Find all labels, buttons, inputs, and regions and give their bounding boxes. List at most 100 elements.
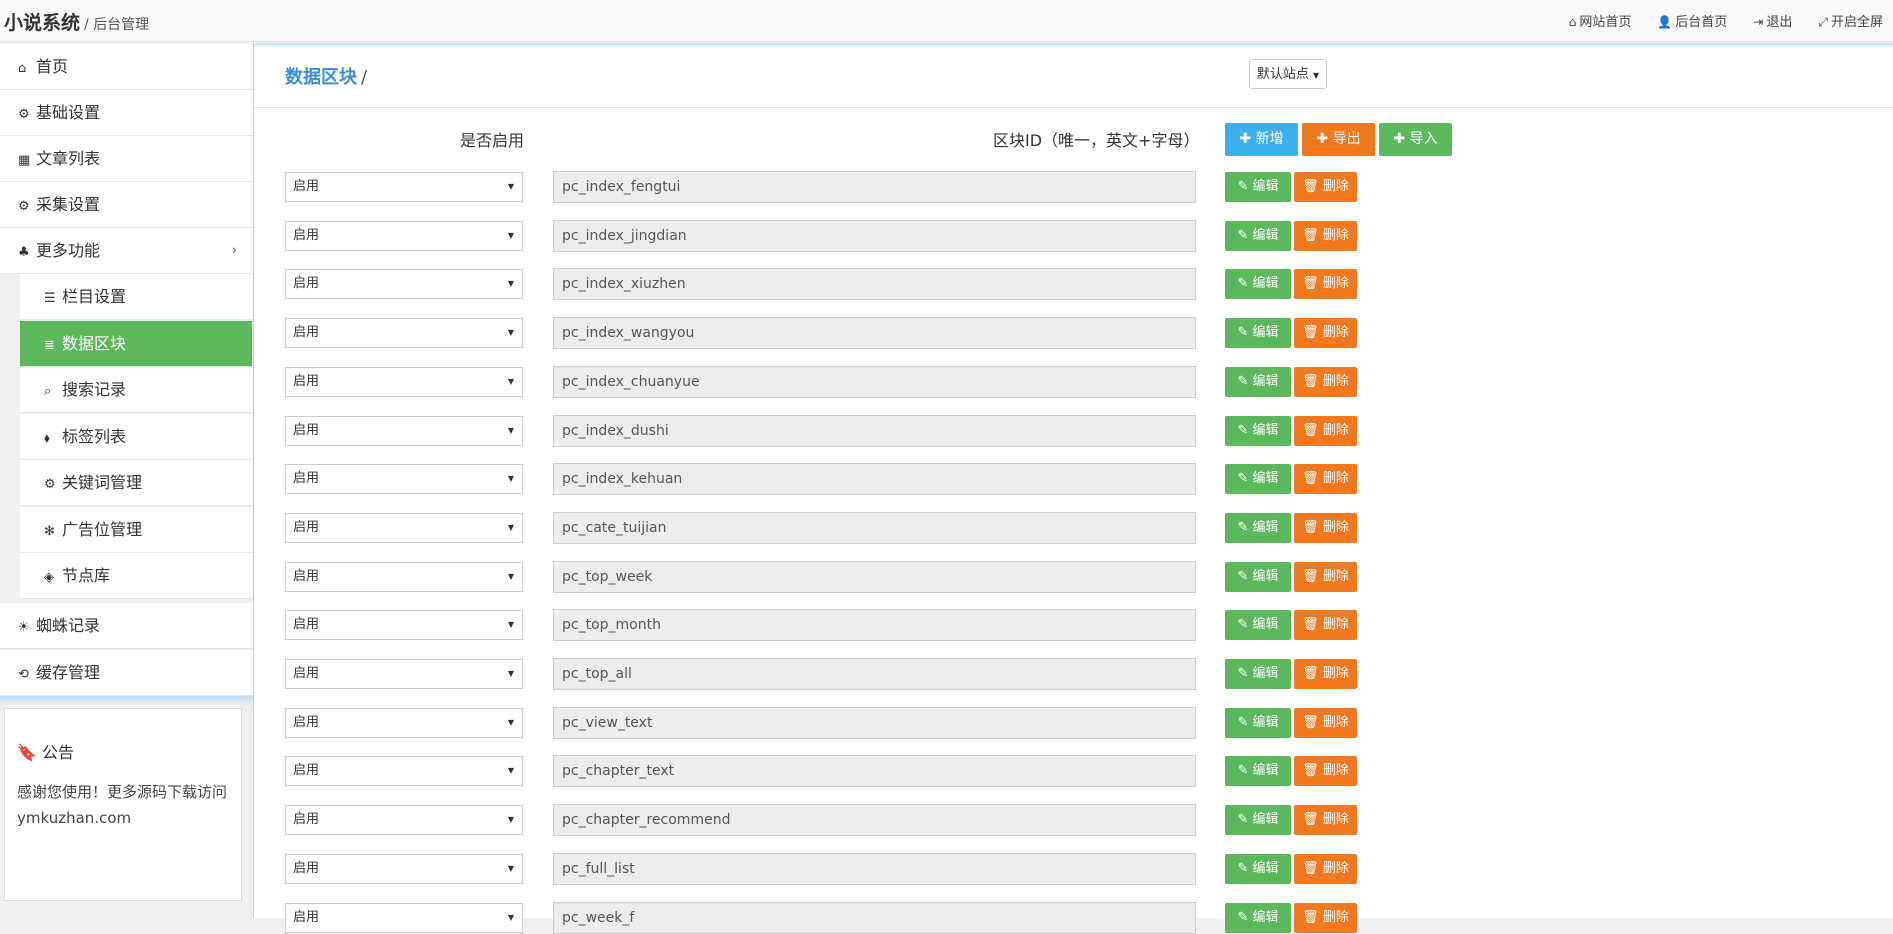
status-select[interactable]: 启用 ▼ (285, 805, 523, 836)
block-id-input[interactable]: pc_index_kehuan (553, 463, 1196, 496)
top-link-2[interactable]: ⇥ 退出 (1753, 11, 1792, 30)
edit-button[interactable]: ✎ 编辑 (1225, 805, 1291, 836)
delete-button[interactable]: 🗑 删除 (1294, 853, 1357, 884)
delete-button[interactable]: 🗑 删除 (1294, 707, 1357, 738)
delete-button[interactable]: 🗑 删除 (1294, 366, 1357, 397)
status-select-value: 启用 (293, 179, 320, 194)
block-id-input[interactable]: pc_view_text (553, 706, 1196, 739)
sidebar-subitem-5[interactable]: ✻ 广告位管理 (20, 506, 252, 553)
block-id-input[interactable]: pc_index_wangyou (553, 317, 1196, 350)
gears-icon: ⚙ (18, 199, 30, 214)
edit-button[interactable]: ✎ 编辑 (1225, 220, 1291, 251)
delete-button[interactable]: 🗑 删除 (1294, 464, 1357, 495)
block-id-input[interactable]: pc_chapter_recommend (553, 804, 1196, 837)
delete-button-label: 删除 (1322, 519, 1349, 535)
edit-button[interactable]: ✎ 编辑 (1225, 269, 1291, 300)
status-select[interactable]: 启用 ▼ (285, 415, 523, 446)
delete-button[interactable]: 🗑 删除 (1294, 610, 1357, 641)
sidebar-subitem-label: 关键词管理 (62, 473, 143, 492)
block-id-input[interactable]: pc_index_xiuzhen (553, 268, 1196, 301)
sidebar-subitem-6[interactable]: ◈ 节点库 (20, 553, 252, 599)
trash-icon: 🗑 (1302, 909, 1319, 925)
block-id-input[interactable]: pc_chapter_text (553, 755, 1196, 788)
page-title[interactable]: 数据区块 (285, 67, 357, 88)
sidebar-subitem-0[interactable]: ☰ 栏目设置 (20, 274, 252, 320)
sidebar-item-2[interactable]: ▦ 文章列表 (0, 136, 253, 182)
sidebar-item-1[interactable]: ⚙ 基础设置 (0, 90, 253, 136)
export-button[interactable]: ✚ 导出 (1302, 123, 1375, 156)
delete-button[interactable]: 🗑 删除 (1294, 318, 1357, 349)
edit-button[interactable]: ✎ 编辑 (1225, 756, 1291, 787)
edit-button[interactable]: ✎ 编辑 (1225, 707, 1291, 738)
status-select[interactable]: 启用 ▼ (285, 610, 523, 641)
edit-button[interactable]: ✎ 编辑 (1225, 610, 1291, 641)
sidebar-item-0[interactable]: ⌂ 首页 (0, 44, 253, 90)
sidebar-item-3[interactable]: ⚙ 采集设置 (0, 182, 253, 228)
edit-button[interactable]: ✎ 编辑 (1225, 512, 1291, 543)
sidebar-subitem-3[interactable]: ⬧ 标签列表 (20, 413, 252, 460)
sidebar-subitem-2[interactable]: ⌕ 搜索记录 (20, 367, 252, 413)
top-link-3[interactable]: ⤢ 开启全屏 (1818, 11, 1883, 30)
status-select[interactable]: 启用 ▼ (285, 756, 523, 787)
status-select[interactable]: 启用 ▼ (285, 707, 523, 738)
status-select[interactable]: 启用 ▼ (285, 659, 523, 689)
edit-button-label: 编辑 (1252, 373, 1279, 389)
delete-button[interactable]: 🗑 删除 (1294, 220, 1357, 251)
site-select[interactable]: 默认站点 ▼ (1249, 59, 1327, 89)
edit-icon: ✎ (1237, 763, 1249, 779)
delete-button[interactable]: 🗑 删除 (1294, 756, 1357, 787)
bug-icon: ☀ (18, 620, 30, 635)
status-select[interactable]: 启用 ▼ (285, 172, 523, 202)
sidebar-subitem-1[interactable]: ≣ 数据区块 (20, 320, 252, 367)
status-select[interactable]: 启用 ▼ (285, 512, 523, 543)
edit-button[interactable]: ✎ 编辑 (1225, 318, 1291, 349)
status-select[interactable]: 启用 ▼ (285, 318, 523, 349)
sidebar-bottom-item-0[interactable]: ☀ 蜘蛛记录 (0, 603, 253, 649)
sidebar-bottom-item-1[interactable]: ⟲ 缓存管理 (0, 649, 253, 696)
delete-button[interactable]: 🗑 删除 (1294, 415, 1357, 446)
edit-button[interactable]: ✎ 编辑 (1225, 659, 1291, 689)
brand[interactable]: 小说系统 / 后台管理 (4, 8, 149, 35)
sidebar-item-4[interactable]: ♣ 更多功能 › (0, 228, 253, 274)
status-select-value: 启用 (293, 617, 320, 633)
top-link-0[interactable]: ⌂ 网站首页 (1569, 11, 1632, 30)
delete-button[interactable]: 🗑 删除 (1294, 805, 1357, 836)
block-id-input[interactable]: pc_top_month (553, 609, 1196, 642)
delete-button[interactable]: 🗑 删除 (1294, 561, 1357, 592)
block-id-input[interactable]: pc_index_chuanyue (553, 365, 1196, 398)
status-select[interactable]: 启用 ▼ (285, 561, 523, 592)
block-id-input[interactable]: pc_index_jingdian (553, 219, 1196, 252)
edit-button[interactable]: ✎ 编辑 (1225, 366, 1291, 397)
block-id-input[interactable]: pc_top_week (553, 560, 1196, 593)
block-id-input[interactable]: pc_cate_tuijian (553, 511, 1196, 544)
edit-button[interactable]: ✎ 编辑 (1225, 172, 1291, 202)
status-select[interactable]: 启用 ▼ (285, 269, 523, 300)
trash-icon: 🗑 (1302, 471, 1319, 487)
delete-button[interactable]: 🗑 删除 (1294, 512, 1357, 543)
import-button-label: 导入 (1409, 131, 1438, 147)
delete-button[interactable]: 🗑 删除 (1294, 172, 1357, 202)
status-select[interactable]: 启用 ▼ (285, 220, 523, 251)
top-navbar: 小说系统 / 后台管理 ⌂ 网站首页 👤 后台首页 ⇥ 退出 ⤢ 开启全屏 (0, 0, 1893, 42)
column-header-block-id: 区块ID（唯一，英文+字母） (993, 131, 1200, 150)
status-select-value: 启用 (293, 325, 320, 341)
import-button[interactable]: ✚ 导入 (1379, 123, 1452, 156)
delete-button[interactable]: 🗑 删除 (1294, 659, 1357, 689)
add-button[interactable]: ✚ 新增 (1225, 123, 1298, 156)
top-link-1[interactable]: 👤 后台首页 (1657, 11, 1727, 30)
delete-button[interactable]: 🗑 删除 (1294, 269, 1357, 300)
status-select[interactable]: 启用 ▼ (285, 366, 523, 397)
block-id-input[interactable]: pc_index_fengtui (553, 171, 1196, 203)
sidebar-subitem-label: 节点库 (62, 566, 111, 585)
sidebar-subitem-4[interactable]: ⚙ 关键词管理 (20, 460, 252, 506)
edit-button[interactable]: ✎ 编辑 (1225, 853, 1291, 884)
status-select[interactable]: 启用 ▼ (285, 853, 523, 884)
block-id-input[interactable]: pc_top_all (553, 658, 1196, 690)
edit-button-label: 编辑 (1252, 422, 1279, 438)
edit-button[interactable]: ✎ 编辑 (1225, 464, 1291, 495)
status-select[interactable]: 启用 ▼ (285, 464, 523, 495)
block-id-input[interactable]: pc_full_list (553, 852, 1196, 885)
edit-button[interactable]: ✎ 编辑 (1225, 415, 1291, 446)
edit-button[interactable]: ✎ 编辑 (1225, 561, 1291, 592)
block-id-input[interactable]: pc_index_dushi (553, 414, 1196, 447)
